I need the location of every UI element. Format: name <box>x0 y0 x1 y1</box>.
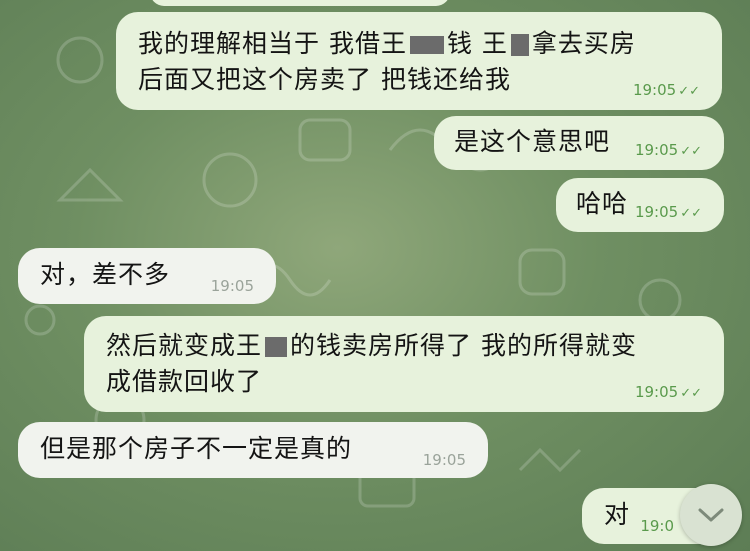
redaction-mark <box>265 337 288 357</box>
message-bubble-outgoing[interactable]: 哈哈 19:05 ✓✓ <box>556 178 724 232</box>
message-meta: 19:05 ✓✓ <box>633 82 700 100</box>
message-meta: 19:05 <box>423 452 466 468</box>
double-check-icon: ✓✓ <box>678 84 700 99</box>
scroll-down-button[interactable] <box>680 484 742 546</box>
message-bubble-incoming[interactable]: 但是那个房子不一定是真的 19:05 <box>18 422 488 478</box>
message-time: 19:05 <box>634 203 679 221</box>
message-time: 19:05 <box>632 81 677 99</box>
message-time: 19:05 <box>210 277 254 295</box>
message-meta: 19:0 <box>640 518 674 534</box>
double-check-icon: ✓✓ <box>680 206 702 221</box>
message-time: 19:05 <box>634 141 679 159</box>
message-time: 19:0 <box>640 517 674 535</box>
message-bubble-outgoing[interactable]: 然后就变成王 的钱卖房所得了 我的所得就变 成借款回收了 19:05 ✓✓ <box>84 316 724 412</box>
double-check-icon: ✓✓ <box>680 144 702 159</box>
message-meta: 19:05 ✓✓ <box>635 142 702 160</box>
message-text: 但是那个房子不一定是真的 <box>40 434 353 463</box>
message-text: 我的理解相当于 我借王钱 王拿去买房 后面又把这个房卖了 把钱还给我 <box>138 29 636 94</box>
chevron-down-icon <box>698 508 724 522</box>
message-meta: 19:05 <box>211 278 254 294</box>
message-meta: 19:05 ✓✓ <box>635 204 702 222</box>
message-bubble-outgoing[interactable]: 我的理解相当于 我借王钱 王拿去买房 后面又把这个房卖了 把钱还给我 19:05… <box>116 12 722 110</box>
message-time: 19:05 <box>422 451 466 469</box>
message-meta: 19:05 ✓✓ <box>635 384 702 402</box>
message-text: 然后就变成王 的钱卖房所得了 我的所得就变 成借款回收了 <box>106 331 637 396</box>
message-bubble-outgoing[interactable]: 是这个意思吧 19:05 ✓✓ <box>434 116 724 170</box>
double-check-icon: ✓✓ <box>680 386 702 401</box>
redaction-mark <box>510 34 529 56</box>
message-bubble-incoming[interactable]: 对，差不多 19:05 <box>18 248 276 304</box>
redaction-mark <box>409 36 444 54</box>
message-time: 19:05 <box>634 383 679 401</box>
previous-message-fragment <box>150 0 450 6</box>
